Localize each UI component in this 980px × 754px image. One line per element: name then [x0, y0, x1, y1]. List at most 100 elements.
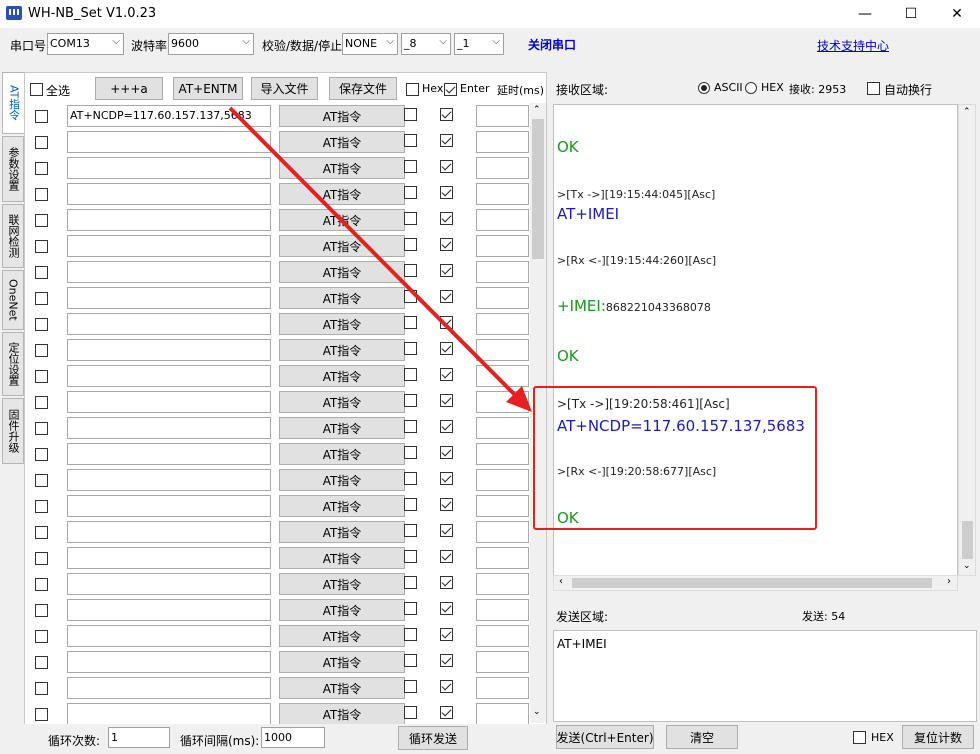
port-select[interactable]: COM13 ⌵: [47, 33, 124, 55]
row-hex-checkbox[interactable]: [404, 342, 417, 355]
row-hex-checkbox[interactable]: [404, 446, 417, 459]
auto-wrap-checkbox[interactable]: [867, 82, 880, 95]
at-command-button[interactable]: AT指令: [279, 287, 405, 309]
row-select-checkbox[interactable]: [35, 396, 48, 409]
command-input[interactable]: [67, 677, 271, 699]
at-command-button[interactable]: AT指令: [279, 183, 405, 205]
at-command-button[interactable]: AT指令: [279, 703, 405, 725]
delay-input[interactable]: [476, 417, 529, 439]
command-input[interactable]: [67, 287, 271, 309]
row-enter-checkbox[interactable]: [440, 446, 453, 459]
row-select-checkbox[interactable]: [35, 552, 48, 565]
row-hex-checkbox[interactable]: [404, 602, 417, 615]
delay-input[interactable]: [476, 703, 529, 725]
row-enter-checkbox[interactable]: [440, 160, 453, 173]
row-enter-checkbox[interactable]: [440, 394, 453, 407]
delay-input[interactable]: [476, 469, 529, 491]
row-enter-checkbox[interactable]: [440, 524, 453, 537]
row-hex-checkbox[interactable]: [404, 238, 417, 251]
command-input[interactable]: [67, 391, 271, 413]
delay-input[interactable]: [476, 339, 529, 361]
support-link[interactable]: 技术支持中心: [817, 37, 889, 54]
tab-network-check[interactable]: 联网检测: [2, 204, 24, 268]
row-select-checkbox[interactable]: [35, 422, 48, 435]
delay-input[interactable]: [476, 131, 529, 153]
command-input[interactable]: [67, 261, 271, 283]
row-select-checkbox[interactable]: [35, 682, 48, 695]
receive-hscrollbar[interactable]: ‹ ›: [553, 575, 958, 591]
command-input[interactable]: [67, 183, 271, 205]
send-button[interactable]: 发送(Ctrl+Enter): [556, 725, 654, 749]
at-command-button[interactable]: AT指令: [279, 599, 405, 621]
row-select-checkbox[interactable]: [35, 136, 48, 149]
row-enter-checkbox[interactable]: [440, 342, 453, 355]
row-select-checkbox[interactable]: [35, 604, 48, 617]
reset-count-button[interactable]: 复位计数: [902, 725, 974, 749]
command-input[interactable]: AT+NCDP=117.60.157.137,5683: [67, 105, 271, 127]
at-command-button[interactable]: AT指令: [279, 495, 405, 517]
delay-input[interactable]: [476, 651, 529, 673]
row-hex-checkbox[interactable]: [404, 108, 417, 121]
delay-input[interactable]: [476, 677, 529, 699]
row-enter-checkbox[interactable]: [440, 238, 453, 251]
row-enter-checkbox[interactable]: [440, 628, 453, 641]
stopbits-select[interactable]: _1 ⌵: [454, 33, 504, 55]
row-hex-checkbox[interactable]: [404, 576, 417, 589]
row-hex-checkbox[interactable]: [404, 654, 417, 667]
at-command-button[interactable]: AT指令: [279, 521, 405, 543]
command-input[interactable]: [67, 365, 271, 387]
row-select-checkbox[interactable]: [35, 474, 48, 487]
hscroll-thumb[interactable]: [572, 578, 932, 588]
tab-at-commands[interactable]: AT指令: [2, 72, 24, 134]
row-enter-checkbox[interactable]: [440, 706, 453, 719]
row-hex-checkbox[interactable]: [404, 134, 417, 147]
maximize-button[interactable]: ☐: [888, 0, 934, 28]
row-select-checkbox[interactable]: [35, 578, 48, 591]
row-hex-checkbox[interactable]: [404, 498, 417, 511]
at-command-button[interactable]: AT指令: [279, 443, 405, 465]
scroll-up-icon[interactable]: ⌃: [533, 105, 541, 115]
row-select-checkbox[interactable]: [35, 214, 48, 227]
delay-input[interactable]: [476, 235, 529, 257]
parity-select[interactable]: NONE ⌵: [342, 33, 398, 55]
close-port-button[interactable]: 关闭串口: [528, 36, 576, 53]
delay-input[interactable]: [476, 573, 529, 595]
databits-select[interactable]: _8 ⌵: [401, 33, 451, 55]
row-hex-checkbox[interactable]: [404, 524, 417, 537]
loop-count-input[interactable]: 1: [108, 727, 170, 748]
at-command-button[interactable]: AT指令: [279, 131, 405, 153]
at-command-button[interactable]: AT指令: [279, 391, 405, 413]
row-hex-checkbox[interactable]: [404, 420, 417, 433]
command-input[interactable]: [67, 417, 271, 439]
row-enter-checkbox[interactable]: [440, 498, 453, 511]
command-input[interactable]: [67, 521, 271, 543]
delay-input[interactable]: [476, 599, 529, 621]
delay-input[interactable]: [476, 547, 529, 569]
tab-onenet[interactable]: OneNet: [2, 270, 24, 330]
save-file-button[interactable]: 保存文件: [329, 77, 397, 100]
at-command-button[interactable]: AT指令: [279, 547, 405, 569]
row-hex-checkbox[interactable]: [404, 550, 417, 563]
command-input[interactable]: [67, 157, 271, 179]
at-command-button[interactable]: AT指令: [279, 157, 405, 179]
row-hex-checkbox[interactable]: [404, 706, 417, 719]
close-button[interactable]: ✕: [934, 0, 980, 28]
enter-all-checkbox[interactable]: [444, 83, 457, 96]
delay-input[interactable]: [476, 521, 529, 543]
row-hex-checkbox[interactable]: [404, 472, 417, 485]
at-command-button[interactable]: AT指令: [279, 209, 405, 231]
row-select-checkbox[interactable]: [35, 500, 48, 513]
row-enter-checkbox[interactable]: [440, 368, 453, 381]
ascii-radio[interactable]: [698, 82, 710, 94]
at-command-button[interactable]: AT指令: [279, 313, 405, 335]
row-enter-checkbox[interactable]: [440, 316, 453, 329]
row-enter-checkbox[interactable]: [440, 576, 453, 589]
delay-input[interactable]: [476, 105, 529, 127]
row-hex-checkbox[interactable]: [404, 680, 417, 693]
command-input[interactable]: [67, 339, 271, 361]
at-command-button[interactable]: AT指令: [279, 261, 405, 283]
at-command-button[interactable]: AT指令: [279, 417, 405, 439]
command-input[interactable]: [67, 703, 271, 725]
at-command-button[interactable]: AT指令: [279, 677, 405, 699]
tab-location[interactable]: 定位设置: [2, 332, 24, 396]
